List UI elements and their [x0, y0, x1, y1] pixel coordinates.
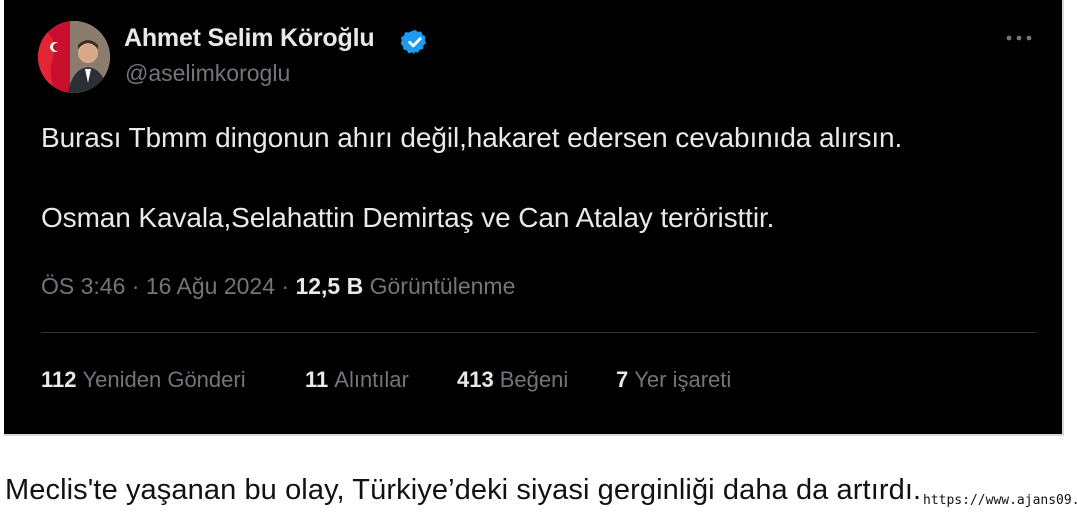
likes-label: Beğeni — [499, 367, 569, 392]
views-label: Görüntülenme — [369, 273, 516, 299]
tweet-text-line-2: Osman Kavala,Selahattin Demirtaş ve Can … — [41, 202, 775, 233]
stat-reposts[interactable]: 112 Yeniden Gönderi — [41, 367, 246, 393]
quotes-label: Alıntılar — [334, 367, 409, 392]
verified-badge-icon — [401, 29, 427, 55]
likes-count: 413 — [457, 367, 494, 392]
timestamp[interactable]: ÖS 3:46 · 16 Ağu 2024 · — [41, 273, 295, 299]
author-handle[interactable]: @aselimkoroglu — [125, 60, 290, 87]
article-caption: Meclis'te yaşanan bu olay, Türkiye’deki … — [5, 474, 922, 506]
watermark: https://www.ajans09.net — [921, 493, 1077, 508]
bookmarks-count: 7 — [616, 367, 629, 392]
divider — [41, 332, 1036, 333]
stat-quotes[interactable]: 11 Alıntılar — [305, 367, 409, 393]
avatar-image — [38, 21, 110, 93]
stat-likes[interactable]: 413 Beğeni — [457, 367, 568, 393]
more-options-icon — [1006, 35, 1032, 41]
tweet-text-line-1: Burası Tbmm dingonun ahırı değil,hakaret… — [41, 122, 903, 153]
more-options-button[interactable] — [1004, 26, 1034, 50]
reposts-count: 112 — [41, 367, 77, 392]
reposts-label: Yeniden Gönderi — [82, 367, 246, 392]
tweet-meta: ÖS 3:46 · 16 Ağu 2024 · 12,5 B Görüntüle… — [41, 273, 515, 300]
bookmarks-label: Yer işareti — [634, 367, 732, 392]
tweet-card: Ahmet Selim Köroğlu @aselimkoroglu Buras… — [4, 0, 1064, 436]
stat-bookmarks[interactable]: 7 Yer işareti — [616, 367, 731, 393]
views-count: 12,5 B — [295, 273, 364, 299]
quotes-count: 11 — [305, 367, 329, 392]
author-name[interactable]: Ahmet Selim Köroğlu — [124, 24, 375, 53]
avatar[interactable] — [38, 21, 110, 93]
